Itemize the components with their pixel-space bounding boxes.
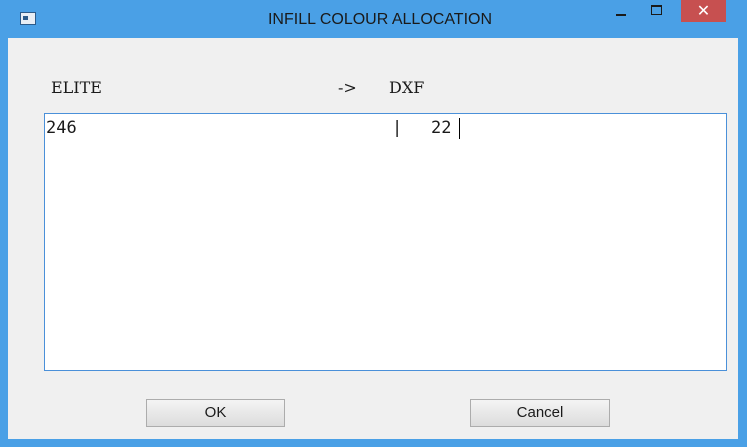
dxf-colour-value: 22 — [431, 118, 452, 138]
mapping-arrow: -> — [338, 78, 357, 97]
dialog-client-area: ELITE -> DXF 246 | 22 OK Cancel — [8, 38, 738, 439]
column-separator: | — [392, 118, 403, 138]
cancel-button[interactable]: Cancel — [470, 399, 610, 427]
minimize-icon[interactable] — [608, 0, 634, 22]
title-bar[interactable]: INFILL COLOUR ALLOCATION ✕ — [0, 0, 747, 38]
ok-button[interactable]: OK — [146, 399, 285, 427]
close-icon[interactable]: ✕ — [681, 0, 726, 22]
elite-colour-value: 246 — [46, 118, 77, 138]
text-caret — [459, 118, 460, 139]
dialog-window: INFILL COLOUR ALLOCATION ✕ ELITE -> DXF … — [0, 0, 747, 447]
window-title: INFILL COLOUR ALLOCATION — [267, 11, 493, 28]
maximize-icon[interactable] — [643, 0, 669, 22]
elite-column-header: ELITE — [51, 78, 102, 97]
dxf-column-header: DXF — [389, 78, 425, 97]
colour-mapping-edit-box[interactable]: 246 | 22 — [44, 113, 727, 371]
